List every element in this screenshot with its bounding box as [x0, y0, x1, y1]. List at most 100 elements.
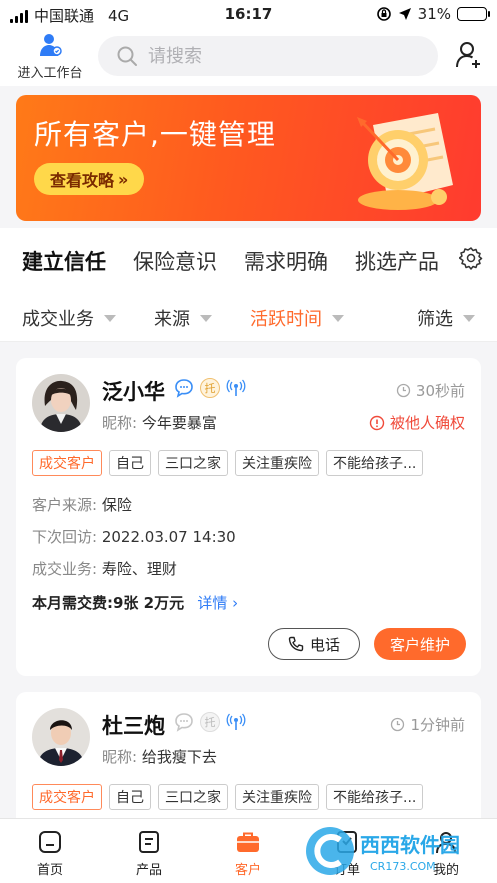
nickname-label: 昵称:: [102, 748, 138, 766]
tab-needs-clear[interactable]: 需求明确: [244, 246, 328, 276]
tag: 关注重疾险: [235, 450, 319, 476]
location-icon: [398, 8, 411, 20]
workbench-icon: [40, 34, 62, 56]
phone-icon: [288, 636, 304, 652]
broadcast-icon: [226, 713, 246, 730]
filter-business[interactable]: 成交业务: [22, 305, 116, 331]
tab-insurance-awareness[interactable]: 保险意识: [133, 246, 217, 276]
nav-customer-label: 客户: [234, 863, 261, 878]
payment-due: 本月需交费:9张 2万元 详情 ›: [32, 592, 238, 613]
view-guide-label: 查看攻略: [50, 171, 115, 190]
caret-down-icon: [104, 314, 116, 322]
claimed-warning: 被他人确权: [369, 412, 465, 433]
next-visit: 下次回访: 2022.03.07 14:30: [32, 526, 236, 547]
tag: 三口之家: [158, 450, 228, 476]
nickname-value: 今年要暴富: [141, 414, 217, 432]
status-bar: 中国联通 4G 16:17 31%: [0, 0, 497, 30]
filter-screen[interactable]: 筛选: [417, 305, 475, 331]
nickname: 昵称: 给我瘦下去: [102, 746, 217, 767]
last-active: 30秒前: [396, 380, 465, 401]
clock-icon: [396, 383, 411, 398]
business-value: 寿险、理财: [101, 560, 177, 578]
time-ago-label: 30秒前: [415, 382, 465, 400]
customer-source: 客户来源: 保险: [32, 494, 132, 515]
customer-tags: 成交客户 自己 三口之家 关注重疾险 不能给孩子...: [32, 450, 424, 476]
home-icon: [39, 831, 61, 853]
visit-label: 下次回访:: [32, 528, 98, 546]
status-right: 31%: [376, 5, 490, 23]
view-guide-button[interactable]: 查看攻略 »: [34, 163, 145, 195]
last-active: 1分钟前: [390, 714, 465, 735]
claimed-label: 被他人确权: [389, 414, 465, 432]
customer-card[interactable]: 杜三炮 托 1分钟前 昵称: 给我瘦下去 成交客户 自己 三口之家 关注重疾险 …: [16, 692, 481, 832]
battery-percent: 31%: [417, 5, 451, 23]
tag: 三口之家: [158, 784, 228, 810]
customer-name: 杜三炮: [102, 714, 165, 738]
customer-name: 泛小华: [102, 380, 165, 404]
broadcast-icon: [226, 379, 246, 396]
tab-select-product[interactable]: 挑选产品: [355, 246, 439, 276]
filter-source[interactable]: 来源: [154, 305, 212, 331]
product-icon: [139, 831, 159, 853]
tag: 成交客户: [32, 784, 102, 810]
filter-screen-label: 筛选: [417, 309, 453, 330]
watermark-domain: CR173.COM: [370, 860, 436, 873]
tag: 自己: [109, 784, 151, 810]
workbench-label: 进入工作台: [17, 66, 83, 81]
filter-active-time-label: 活跃时间: [250, 309, 322, 330]
nav-customer[interactable]: 客户: [218, 829, 278, 878]
details-link[interactable]: 详情 ›: [197, 594, 238, 612]
customer-tags: 成交客户 自己 三口之家 关注重疾险 不能给孩子...: [32, 784, 424, 810]
avatar: [32, 708, 90, 766]
stage-tabs: 建立信任 保险意识 需求明确 挑选产品: [0, 228, 497, 288]
customer-maintain-button[interactable]: 客户维护: [374, 628, 466, 660]
tag: 不能给孩子...: [326, 450, 424, 476]
site-watermark: 西西软件园 CR173.COM: [306, 827, 460, 875]
tag: 不能给孩子...: [326, 784, 424, 810]
call-button[interactable]: 电话: [268, 628, 360, 660]
filter-source-label: 来源: [154, 309, 190, 330]
target-illustration: [357, 113, 453, 210]
chat-icon[interactable]: [174, 712, 194, 732]
settings-icon[interactable]: [459, 246, 483, 270]
clock-icon: [391, 717, 405, 732]
nickname-label: 昵称:: [102, 414, 138, 432]
tag: 成交客户: [32, 450, 102, 476]
nav-product-label: 产品: [135, 863, 162, 878]
trust-badge-icon: 托: [200, 712, 220, 732]
tab-build-trust[interactable]: 建立信任: [22, 246, 106, 276]
tag: 自己: [109, 450, 151, 476]
avatar: [32, 374, 90, 432]
nickname: 昵称: 今年要暴富: [102, 412, 217, 433]
nav-home[interactable]: 首页: [20, 829, 80, 878]
chat-icon[interactable]: [174, 378, 194, 398]
nav-product[interactable]: 产品: [119, 829, 179, 878]
caret-down-icon: [200, 314, 212, 322]
filter-active-time[interactable]: 活跃时间: [250, 305, 344, 331]
add-user-icon[interactable]: [455, 40, 483, 70]
double-chevron-icon: »: [118, 169, 129, 189]
tag: 关注重疾险: [235, 784, 319, 810]
source-label: 客户来源:: [32, 496, 98, 514]
customer-card[interactable]: 泛小华 托 30秒前 昵称: 今年要暴富 被他人确权 成交客户 自己 三口之家 …: [16, 358, 481, 676]
workbench-button[interactable]: 进入工作台: [10, 32, 90, 81]
trust-badge-icon: 托: [200, 378, 220, 398]
search-icon: [117, 46, 137, 66]
battery-icon: [457, 7, 490, 21]
search-bar[interactable]: [98, 36, 438, 76]
customer-badges: 托: [174, 378, 246, 398]
top-bar: 进入工作台: [0, 30, 497, 86]
briefcase-icon: [237, 832, 259, 852]
filter-business-label: 成交业务: [22, 309, 94, 330]
caret-down-icon: [332, 314, 344, 322]
promo-banner[interactable]: 所有客户,一键管理 查看攻略 »: [16, 95, 481, 221]
closed-business: 成交业务: 寿险、理财: [32, 558, 177, 579]
visit-value: 2022.03.07 14:30: [101, 528, 236, 546]
search-input[interactable]: [148, 45, 408, 67]
filter-bar: 成交业务 来源 活跃时间 筛选: [0, 288, 497, 342]
nav-home-label: 首页: [36, 863, 63, 878]
call-label: 电话: [309, 635, 340, 654]
banner-title: 所有客户,一键管理: [34, 118, 276, 151]
caret-down-icon: [463, 314, 475, 322]
business-label: 成交业务:: [32, 560, 98, 578]
